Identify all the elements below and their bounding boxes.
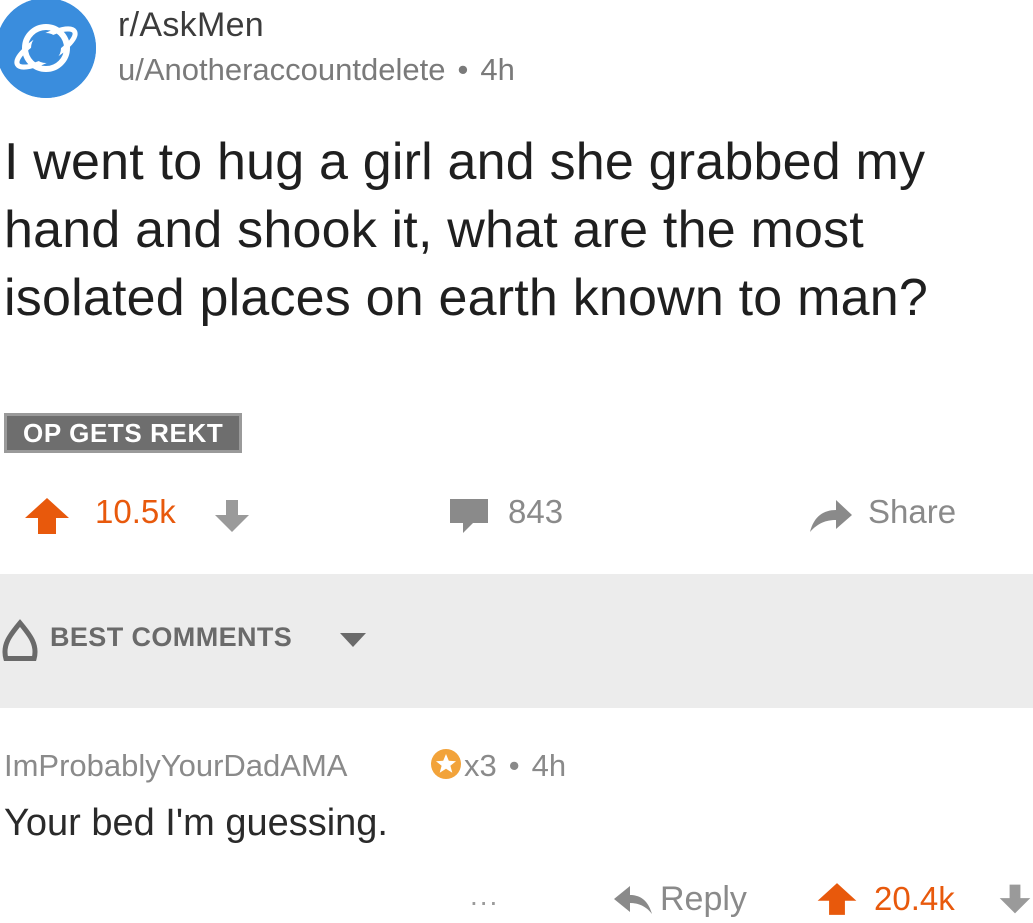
reply-label[interactable]: Reply	[660, 880, 747, 919]
award-count: x3	[464, 748, 497, 783]
comment-score: 20.4k	[874, 880, 955, 917]
post-age: 4h	[480, 52, 515, 87]
arrow-down-icon	[215, 500, 249, 532]
arrow-up-icon	[25, 498, 69, 534]
downvote-button[interactable]	[212, 496, 252, 541]
arrow-up-icon	[817, 883, 857, 915]
comment-author[interactable]: ImProbablyYourDadAMA	[4, 748, 347, 783]
sort-dropdown[interactable]	[338, 631, 368, 654]
separator-dot: •	[457, 52, 469, 87]
sort-selector[interactable]	[0, 619, 40, 666]
flame-icon	[2, 619, 38, 662]
subreddit-name[interactable]: r/AskMen	[118, 6, 264, 45]
planet-icon	[0, 0, 96, 98]
comment-count[interactable]: 843	[508, 493, 563, 531]
comment-body: Your bed I'm guessing.	[4, 802, 388, 844]
chevron-down-icon	[340, 633, 366, 647]
arrow-down-icon	[999, 884, 1031, 914]
reply-button[interactable]	[612, 880, 656, 921]
comments-button[interactable]	[447, 495, 491, 542]
comment-author-line: ImProbablyYourDadAMA	[4, 748, 347, 784]
share-button[interactable]	[806, 496, 856, 541]
comment-age: 4h	[531, 748, 567, 783]
silver-award-icon[interactable]	[430, 748, 462, 788]
comment-upvote-button[interactable]	[815, 880, 859, 923]
post-meta: u/Anotheraccountdelete • 4h	[118, 52, 515, 88]
reply-arrow-icon	[614, 886, 652, 914]
comment-downvote-button[interactable]	[997, 880, 1033, 923]
comment-meta: x3 • 4h	[428, 748, 566, 788]
sort-label[interactable]: BEST COMMENTS	[50, 622, 292, 653]
post-author[interactable]: u/Anotheraccountdelete	[118, 52, 445, 87]
more-options-button[interactable]: ...	[470, 880, 499, 912]
separator-dot: •	[508, 748, 520, 783]
post-title[interactable]: I went to hug a girl and she grabbed my …	[4, 128, 1024, 332]
post-score: 10.5k	[95, 493, 176, 530]
post-flair: OP GETS REKT	[4, 413, 243, 453]
speech-bubble-icon	[450, 499, 488, 533]
upvote-button[interactable]	[22, 496, 72, 541]
share-label[interactable]: Share	[868, 493, 956, 531]
subreddit-avatar[interactable]	[0, 0, 96, 98]
share-arrow-icon	[810, 500, 852, 532]
